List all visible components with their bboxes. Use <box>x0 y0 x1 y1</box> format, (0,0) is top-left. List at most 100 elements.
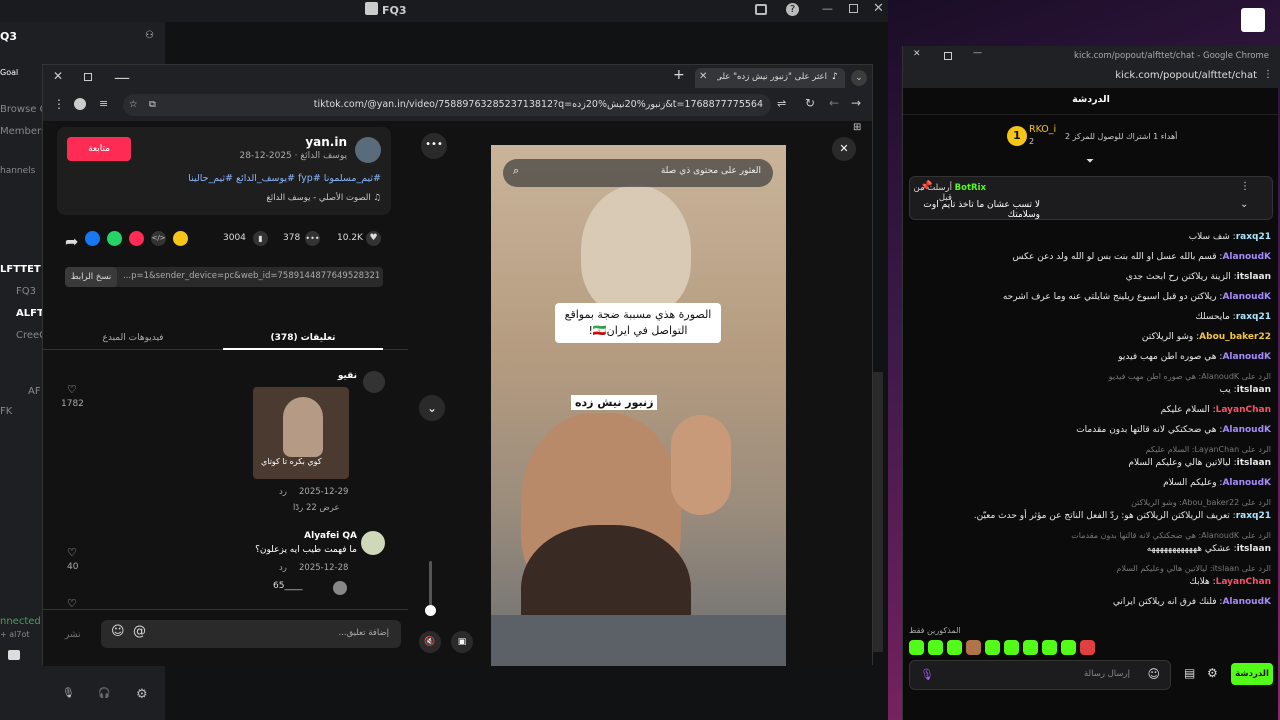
tab-search-icon[interactable]: ⌄ <box>851 70 867 86</box>
chat-username[interactable]: AlanoudK <box>1222 352 1271 362</box>
close-window-icon[interactable]: ✕ <box>53 69 63 83</box>
menu-dots-icon[interactable]: ⋮ <box>1263 69 1273 80</box>
video-search-input[interactable]: ⌕ العثور على محتوى ذي صلة <box>503 159 773 187</box>
comment-icon[interactable]: ••• <box>305 231 320 246</box>
help-icon[interactable]: ? <box>786 3 799 16</box>
maximize-window-icon[interactable] <box>84 73 92 81</box>
profile-icon[interactable] <box>74 98 86 110</box>
send-chat-button[interactable]: الدردشة <box>1231 663 1273 685</box>
bookmark-icon[interactable]: ▮ <box>253 231 268 246</box>
sidebar-members[interactable]: Members <box>0 126 46 137</box>
emote-icon[interactable] <box>1061 640 1076 655</box>
facebook-icon[interactable] <box>85 231 100 246</box>
emote-icon[interactable] <box>985 640 1000 655</box>
browser-tab[interactable]: ✕ اعثر على "زنبور نيش زده" على ♪ <box>695 68 845 88</box>
emote-icon[interactable] <box>1004 640 1019 655</box>
comment-input[interactable]: إضافة تعليق... @ ☺ <box>101 620 401 648</box>
server-name[interactable]: Q3 <box>0 30 17 43</box>
view-replies-button[interactable]: عرض 22 ردًا <box>293 503 340 513</box>
chat-username[interactable]: AlanoudK <box>1222 478 1271 488</box>
comment-sticker-image[interactable]: كوي بكره تا كوتاي <box>253 387 349 479</box>
close-icon[interactable]: ✕ <box>873 1 884 16</box>
chat-username[interactable]: LayanChan <box>1216 405 1271 415</box>
next-video-icon[interactable]: ⌄ <box>419 395 445 421</box>
gift-leaderboard[interactable]: 1 RKO_i 2 أهداء 1 اشتراك للوصول للمركز 2 <box>1003 124 1183 150</box>
hashtags[interactable]: #ثيم_مسلمونا #fyp #يوسف_الدائع #ثيم_حالي… <box>188 173 381 184</box>
comment-user[interactable]: نقيو <box>338 371 357 381</box>
member-name[interactable]: FK <box>0 406 12 417</box>
add-member-icon[interactable]: ⚇ <box>145 30 154 41</box>
chat-username[interactable]: itslaan <box>1237 272 1271 282</box>
coin-icon[interactable] <box>173 231 188 246</box>
screen-share-icon[interactable] <box>8 650 20 660</box>
minimize-window-icon[interactable]: — <box>114 68 130 87</box>
chat-url[interactable]: kick.com/popout/alfttet/chat <box>1115 70 1257 81</box>
share-link-text[interactable]: ...p=1&sender_device=pc&web_id=758914487… <box>123 271 379 281</box>
bookmark-icon[interactable]: ☆ <box>129 94 138 116</box>
image-file-icon[interactable] <box>1241 8 1265 32</box>
mute-icon[interactable]: 🔇 <box>419 631 441 653</box>
copy-link-button[interactable]: نسخ الرابط <box>65 267 117 287</box>
emote-icon[interactable] <box>1080 640 1095 655</box>
close-window-icon[interactable]: ✕ <box>913 49 921 59</box>
maximize-window-icon[interactable] <box>944 52 952 60</box>
comment-user[interactable]: 65____ <box>273 581 302 591</box>
more-options-icon[interactable]: ⋮ <box>1240 181 1250 192</box>
chat-username[interactable]: AlanoudK <box>1222 425 1271 435</box>
close-tab-icon[interactable]: ✕ <box>699 71 707 82</box>
emote-icon[interactable] <box>928 640 943 655</box>
chat-username[interactable]: raxq21 <box>1236 312 1271 322</box>
chat-username[interactable]: raxq21 <box>1236 232 1271 242</box>
back-icon[interactable]: ← <box>829 96 839 110</box>
chat-input[interactable]: 🎙 إرسال رسالة ☺ <box>909 660 1171 690</box>
share-icon[interactable]: ➦ <box>65 232 78 251</box>
send-to-friend-icon[interactable] <box>129 231 144 246</box>
comment-user[interactable]: Alyafei QA <box>304 531 357 541</box>
reply-button[interactable]: رد <box>279 563 287 573</box>
chat-username[interactable]: AlanoudK <box>1222 597 1271 607</box>
sound-label[interactable]: ♫ الصوت الأصلي - يوسف الدائغ <box>266 193 381 203</box>
volume-slider[interactable] <box>429 561 432 611</box>
extensions-grid-icon[interactable]: ⊞ <box>853 122 861 133</box>
emote-icon[interactable] <box>1042 640 1057 655</box>
avatar[interactable] <box>355 137 381 163</box>
microphone-icon[interactable]: 🎙 <box>62 688 75 699</box>
emote-icon[interactable] <box>1023 640 1038 655</box>
new-tab-icon[interactable]: + <box>673 67 685 83</box>
install-icon[interactable]: ⧉ <box>149 94 156 116</box>
scrollbar[interactable] <box>873 372 883 652</box>
microphone-icon[interactable]: 🎙 <box>920 668 934 681</box>
member-name[interactable]: LFTTET <box>0 264 41 275</box>
member-name[interactable]: AF <box>28 386 41 397</box>
chat-username[interactable]: LayanChan <box>1216 577 1271 587</box>
volume-slider-handle[interactable] <box>425 605 436 616</box>
page-menu-icon[interactable]: ≡ <box>99 97 108 110</box>
tab-comments[interactable]: تعليقات (378) <box>223 333 383 343</box>
forward-icon[interactable]: → <box>851 96 861 110</box>
heart-icon[interactable]: ♡ <box>67 546 77 559</box>
avatar[interactable] <box>363 371 385 393</box>
sidebar-goal[interactable]: Goal <box>0 68 18 77</box>
minimize-icon[interactable]: — <box>822 2 833 15</box>
reply-button[interactable]: رد <box>279 487 287 497</box>
mention-icon[interactable]: @ <box>133 624 146 639</box>
chat-username[interactable]: itslaan <box>1237 385 1271 395</box>
settings-icon[interactable]: ⚙ <box>1207 666 1218 680</box>
more-options-icon[interactable]: ••• <box>421 133 447 159</box>
settings-icon[interactable]: ⚙ <box>136 687 148 702</box>
inbox-icon[interactable] <box>755 4 767 15</box>
heart-icon[interactable]: ♥ <box>366 231 381 246</box>
embed-icon[interactable]: </> <box>151 231 166 246</box>
follow-button[interactable]: متابعة <box>67 137 131 161</box>
tab-creator-videos[interactable]: فيديوهات المبدع <box>43 333 223 343</box>
chat-username[interactable]: Abou_baker22 <box>1199 332 1271 342</box>
avatar[interactable] <box>333 581 347 595</box>
site-controls-icon[interactable]: ⇌ <box>777 97 786 110</box>
maximize-icon[interactable] <box>849 4 858 13</box>
chat-username[interactable]: AlanoudK <box>1222 252 1271 262</box>
chat-username[interactable]: itslaan <box>1237 544 1271 554</box>
emote-icon[interactable] <box>909 640 924 655</box>
heart-icon[interactable]: ♡ <box>67 383 77 396</box>
emote-icon[interactable] <box>947 640 962 655</box>
sidebar-channels[interactable]: hannels <box>0 166 35 176</box>
